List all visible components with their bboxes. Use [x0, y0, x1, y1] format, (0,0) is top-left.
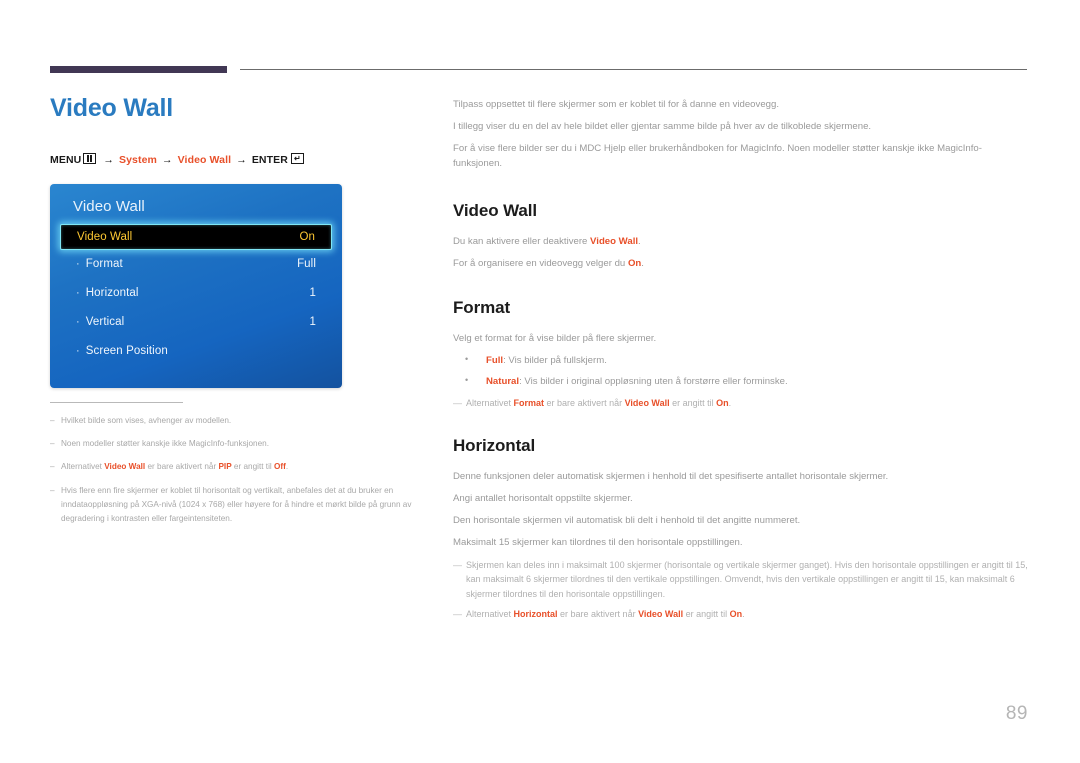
footnote-text: Alternativet Video Wall er bare aktivert… — [61, 462, 289, 472]
page-title: Video Wall — [50, 94, 174, 122]
section-heading: Horizontal — [453, 436, 536, 456]
page-number: 89 — [1005, 703, 1028, 724]
osd-row-bullet-icon: · — [76, 316, 80, 328]
footnote-item: – Hvilket bilde som vises, avhenger av mo… — [50, 414, 430, 428]
intro-paragraph: For å vise flere bilder ser du i MDC Hje… — [453, 142, 982, 169]
osd-row-value: On — [299, 230, 315, 243]
osd-row-label: · Screen Position — [76, 345, 168, 357]
section-bullet-list: Full: Vis bilder på fullskjerm. Natural: … — [453, 353, 1028, 390]
breadcrumb-item-system[interactable]: System — [119, 154, 157, 166]
osd-row-bullet-icon: · — [76, 287, 80, 299]
breadcrumb-enter-label: ENTER — [251, 153, 288, 166]
osd-row-bullet-icon: · — [76, 258, 80, 270]
breadcrumb: MENU → System → Video Wall → ENTER ↵ — [50, 152, 430, 166]
section-paragraph: Velg et format for å vise bilder på fler… — [453, 333, 657, 345]
breadcrumb-menu-label: MENU — [50, 153, 82, 166]
section-list: Video Wall Du kan aktivere eller deaktive… — [453, 201, 1028, 622]
content-section: Video Wall Du kan aktivere eller deaktive… — [453, 201, 1028, 272]
right-column: Tilpass oppsettet til flere skjermer som… — [453, 98, 1028, 628]
note-dash-icon: — — [453, 559, 462, 570]
footnote-dash-icon: – — [50, 438, 55, 448]
left-footnote-list: – Hvilket bilde som vises, avhenger av mo… — [50, 414, 430, 527]
osd-row[interactable]: · Horizontal 1 — [50, 279, 342, 308]
footnotes-divider — [50, 401, 183, 403]
note-text: Alternativet Horizontal er bare aktivert… — [466, 609, 745, 620]
content-section: Format Velg et format for å vise bilder p… — [453, 298, 1028, 410]
osd-row[interactable]: · Screen Position — [50, 337, 342, 366]
breadcrumb-arrow-1: → — [103, 153, 114, 166]
section-paragraph: Angi antallet horisontalt oppstilte skje… — [453, 493, 633, 505]
breadcrumb-arrow-3: → — [236, 153, 247, 166]
intro-paragraphs: Tilpass oppsettet til flere skjermer som… — [453, 98, 1028, 171]
intro-paragraph: I tillegg viser du en del av hele bildet… — [453, 120, 872, 132]
footnote-text: Hvilket bilde som vises, avhenger av mod… — [61, 415, 232, 425]
header-accent-bar — [50, 66, 227, 73]
header-rule-line — [240, 69, 1027, 70]
left-column: Video Wall MENU → System → Video Wall → … — [50, 94, 430, 536]
section-paragraph: For å organisere en videovegg velger du … — [453, 258, 644, 270]
breadcrumb-arrow-2: → — [162, 153, 173, 166]
footnote-dash-icon: – — [50, 462, 55, 472]
intro-paragraph: Tilpass oppsettet til flere skjermer som… — [453, 99, 779, 110]
breadcrumb-item-video-wall[interactable]: Video Wall — [178, 154, 232, 166]
osd-row-label: · Horizontal — [76, 287, 139, 299]
osd-row[interactable]: Video Wall On — [60, 223, 332, 250]
left-footnotes: – Hvilket bilde som vises, avhenger av mo… — [50, 401, 430, 527]
osd-row-bullet-icon: · — [76, 345, 80, 357]
osd-row[interactable]: · Vertical 1 — [50, 308, 342, 337]
section-heading: Format — [453, 298, 511, 318]
osd-row-label: Video Wall — [77, 230, 133, 243]
section-paragraph: Denne funksjonen deler automatisk skjerm… — [453, 471, 889, 483]
menu-grid-icon — [83, 152, 97, 164]
section-note: — Alternativet Horizontal er bare aktiver… — [453, 607, 1028, 622]
osd-row-label: · Vertical — [76, 316, 125, 328]
osd-menu-panel: Video Wall Video Wall On · Format Full · Horiz… — [50, 183, 342, 388]
footnote-item: – Hvis flere enn fire skjermer er koblet … — [50, 484, 430, 527]
note-dash-icon: — — [453, 609, 462, 620]
footnote-dash-icon: – — [50, 415, 55, 425]
osd-row-label: · Format — [76, 258, 123, 270]
note-text: Alternativet Format er bare aktivert når… — [466, 397, 732, 408]
footnote-item: – Noen modeller støtter kanskje ikke Magi… — [50, 437, 430, 451]
osd-panel-title: Video Wall — [73, 197, 145, 215]
footnote-item: – Alternativet Video Wall er bare aktiver… — [50, 460, 430, 474]
osd-row[interactable]: · Format Full — [50, 250, 342, 279]
bullet-item: Full: Vis bilder på fullskjerm. — [453, 353, 1028, 369]
osd-row-list: Video Wall On · Format Full · Horizontal 1 · Vert… — [50, 223, 342, 366]
section-note: — Skjermen kan deles inn i maksimalt 100 … — [453, 558, 1028, 602]
note-text: Skjermen kan deles inn i maksimalt 100 s… — [466, 559, 1028, 599]
osd-row-value: 1 — [309, 287, 316, 299]
section-paragraph: Den horisontale skjermen vil automatisk … — [453, 515, 801, 527]
note-dash-icon: — — [453, 397, 462, 408]
content-section: Horizontal Denne funksjonen deler automat… — [453, 436, 1028, 622]
osd-row-value: 1 — [309, 316, 316, 328]
footnote-text: Hvis flere enn fire skjermer er koblet t… — [61, 485, 412, 524]
osd-row-value: Full — [297, 258, 316, 270]
footnote-text: Noen modeller støtter kanskje ikke Magic… — [61, 438, 269, 448]
footnote-dash-icon: – — [50, 485, 55, 495]
section-paragraph: Maksimalt 15 skjermer kan tilordnes til … — [453, 536, 743, 548]
bullet-item: Natural: Vis bilder i original oppløsnin… — [453, 374, 1028, 390]
section-note: — Alternativet Format er bare aktivert nå… — [453, 396, 1028, 411]
section-paragraph: Du kan aktivere eller deaktivere Video W… — [453, 236, 641, 248]
section-heading: Video Wall — [453, 201, 538, 221]
enter-key-icon: ↵ — [290, 152, 304, 164]
